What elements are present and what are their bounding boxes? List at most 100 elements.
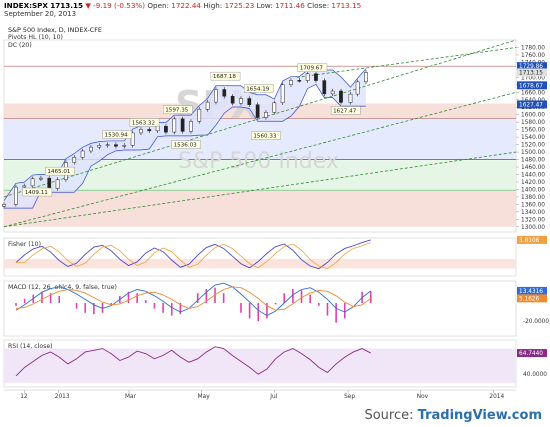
change-value: -9.19 (-0.53%)	[93, 1, 146, 10]
candle	[214, 87, 218, 105]
y-tick-label: 1420.00	[521, 180, 545, 186]
rsi-value-label: 64.7440	[519, 351, 543, 357]
rsi-title: RSI (14, close)	[8, 343, 53, 350]
legend-title: S&P 500 Index, D, INDEX-CFE	[8, 26, 102, 34]
candle	[280, 82, 285, 106]
pivot-label: 1560.33	[253, 134, 277, 140]
candle-body	[330, 90, 335, 95]
candle	[14, 184, 18, 207]
y-tick-label: 1400.00	[521, 187, 545, 193]
candle-body	[272, 102, 277, 113]
macd-y-tick: -20.0000	[523, 319, 549, 325]
candle-body	[348, 93, 353, 103]
macd-signal-label: 5.1626	[519, 296, 540, 302]
price-header: INDEX:SPX 1713.15 ▼ -9.19 (-0.53%) Open:…	[4, 1, 361, 10]
candle-body	[197, 109, 202, 122]
candle-body	[305, 73, 310, 81]
pivot-label: 1536.03	[174, 143, 198, 149]
high-value: 1725.23	[224, 1, 255, 10]
candle-body	[189, 121, 193, 132]
candle-body	[172, 118, 177, 133]
pivot-label: 1409.11	[25, 190, 49, 196]
y-tick-label: 1520.00	[521, 143, 545, 149]
candle	[255, 102, 260, 120]
y-tick-label: 1580.00	[521, 120, 545, 126]
candle-body	[214, 89, 218, 103]
candle-body	[164, 125, 168, 133]
date-label: September 20, 2013	[4, 10, 77, 18]
price-label: 1627.47	[519, 102, 543, 108]
x-tick-label: 2014	[489, 394, 504, 400]
y-tick-label: 1460.00	[521, 165, 545, 171]
fisher-pane	[3, 237, 517, 277]
candle	[355, 79, 360, 97]
y-tick-label: 1780.00	[521, 45, 545, 51]
pivot-label: 1709.67	[300, 66, 324, 72]
candle-body	[114, 144, 118, 147]
candle-body	[264, 112, 268, 118]
source-credit: Source: TradingView.com	[364, 408, 542, 423]
y-tick-label: 1600.00	[521, 113, 545, 119]
close-value: 1713.15	[331, 1, 362, 10]
pivot-label: 1627.47	[333, 108, 357, 114]
y-tick-label: 1360.00	[521, 202, 545, 208]
candle-body	[22, 185, 27, 188]
candle-body	[14, 186, 18, 205]
y-tick-label: 1320.00	[521, 217, 545, 223]
band-3	[4, 190, 516, 227]
candle	[322, 78, 327, 97]
candle-body	[280, 84, 285, 104]
pivot-label: 1530.94	[105, 133, 129, 139]
candle-body	[230, 95, 235, 104]
candle-body	[339, 90, 343, 103]
last-price: 1713.15	[50, 1, 84, 10]
candle-body	[80, 150, 85, 158]
candle	[189, 119, 193, 134]
chart-svg[interactable]: SPXS&P 500 IndexS&P 500 Index, D, INDEX-…	[0, 0, 550, 427]
change-arrow-icon: ▼	[85, 1, 91, 10]
candle	[364, 70, 368, 85]
x-tick-label: 12	[20, 394, 28, 400]
candle-body	[255, 104, 260, 118]
candle-body	[289, 80, 293, 86]
rsi-y-tick: 40.0000	[523, 372, 547, 378]
y-tick-label: 1480.00	[521, 158, 545, 164]
candle-body	[205, 101, 210, 110]
candle-body	[180, 118, 185, 132]
candle-body	[30, 178, 35, 187]
candle-body	[39, 177, 43, 180]
x-tick-label: 2013	[55, 394, 70, 400]
chart-root: INDEX:SPX 1713.15 ▼ -9.19 (-0.53%) Open:…	[0, 0, 550, 427]
candle	[55, 177, 60, 191]
y-tick-label: 1340.00	[521, 210, 545, 216]
x-tick-label: Sep	[344, 394, 355, 400]
price-label: 1713.15	[519, 70, 543, 76]
x-tick-label: Mar	[125, 394, 137, 400]
candle-body	[314, 73, 318, 81]
low-label: Low:	[256, 1, 273, 10]
candle-body	[55, 179, 60, 189]
x-tick-label: May	[198, 394, 211, 400]
pivot-label: 1465.01	[47, 169, 71, 175]
candle-body	[239, 98, 243, 104]
source-prefix: Source:	[364, 408, 418, 423]
candle	[180, 116, 185, 134]
y-tick-label: 1540.00	[521, 135, 545, 141]
y-tick-label: 1380.00	[521, 195, 545, 201]
candle-body	[222, 89, 227, 97]
pivot-label: 1563.32	[132, 120, 155, 126]
candle-body	[322, 80, 327, 95]
low-value: 1711.46	[275, 1, 305, 10]
candle-body	[355, 81, 360, 95]
y-tick-label: 1500.00	[521, 150, 545, 156]
candle	[197, 107, 202, 124]
x-tick-label: Jul	[269, 394, 277, 400]
candle-body	[97, 145, 102, 148]
y-tick-label: 1440.00	[521, 172, 545, 178]
pivot-label: 1687.18	[213, 74, 237, 80]
open-label: Open:	[147, 1, 169, 10]
candle-body	[155, 125, 160, 132]
candle-body	[89, 146, 93, 152]
close-label: Close:	[307, 1, 330, 10]
price-label: 1678.67	[519, 83, 543, 89]
